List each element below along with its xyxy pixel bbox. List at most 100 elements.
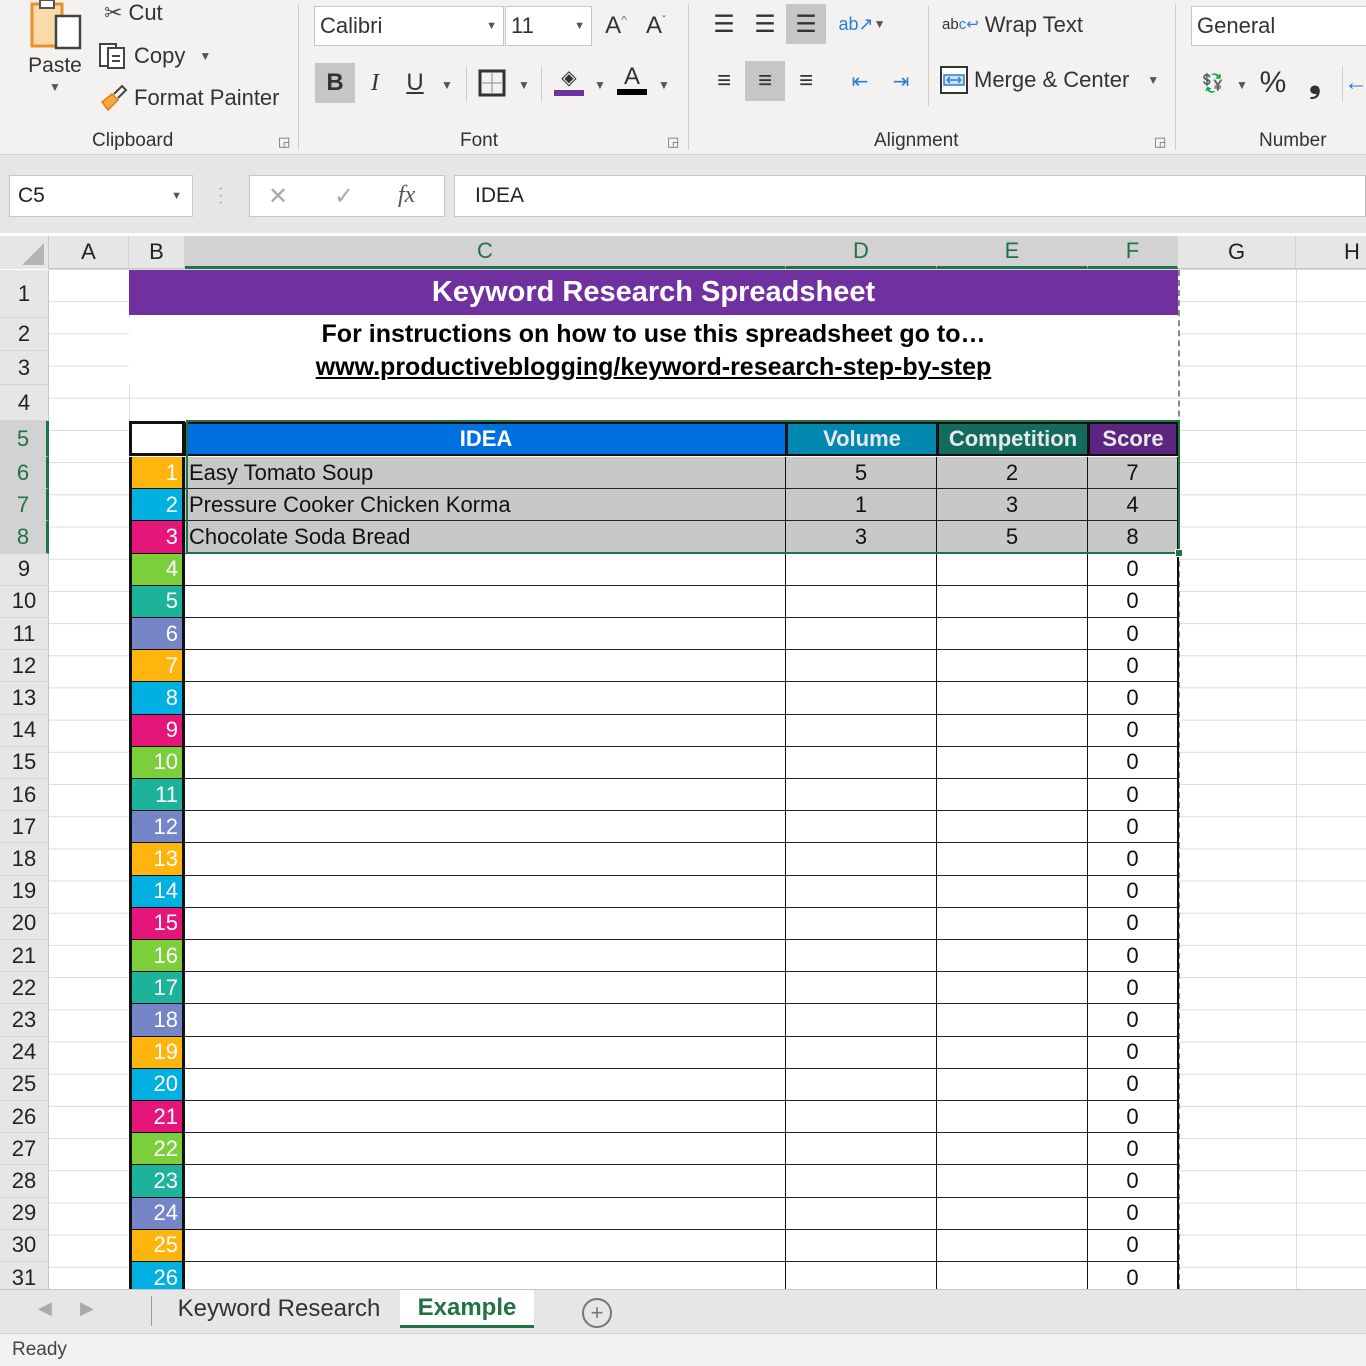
insert-function-icon[interactable]: fx — [398, 182, 415, 209]
cell-score[interactable]: 0 — [1088, 746, 1179, 780]
cell-idea[interactable] — [185, 875, 787, 909]
column-header-e[interactable]: E — [937, 236, 1088, 269]
cell-idea[interactable] — [185, 585, 787, 619]
cell-competition[interactable] — [937, 1133, 1089, 1167]
font-name-combo[interactable]: Calibri ▼ — [314, 6, 504, 46]
cell-idea[interactable] — [185, 940, 787, 974]
cancel-icon[interactable]: ✕ — [268, 182, 288, 211]
entry-number[interactable]: 22 — [129, 1133, 185, 1166]
cell-competition[interactable] — [937, 907, 1089, 941]
decrease-font-size-button[interactable]: Aˇ — [636, 6, 676, 46]
entry-number[interactable]: 1 — [129, 457, 185, 490]
cell-competition[interactable] — [937, 811, 1089, 845]
orientation-button[interactable]: ab↗ ▼ — [839, 4, 886, 44]
underline-button[interactable]: U — [395, 63, 435, 103]
cell-competition[interactable] — [937, 618, 1089, 652]
cell-score[interactable]: 0 — [1088, 779, 1179, 813]
column-header-f[interactable]: F — [1088, 236, 1178, 269]
entry-number[interactable]: 17 — [129, 972, 185, 1005]
row-header-4[interactable]: 4 — [0, 385, 49, 421]
formula-input[interactable]: IDEA — [454, 175, 1366, 217]
cell-volume[interactable] — [786, 1036, 938, 1070]
cell-idea[interactable] — [185, 811, 787, 845]
cell-idea[interactable] — [185, 907, 787, 941]
cell-score[interactable]: 0 — [1088, 618, 1179, 652]
row-header-1[interactable]: 1 — [0, 270, 49, 318]
select-all-button[interactable] — [0, 236, 49, 269]
cell-competition[interactable] — [937, 1229, 1089, 1263]
paste-dropdown-icon[interactable]: ▼ — [49, 80, 61, 94]
cell-competition[interactable]: 5 — [937, 521, 1089, 555]
comma-style-button[interactable]: ❟ — [1295, 63, 1335, 103]
cell-competition[interactable] — [937, 1165, 1089, 1199]
entry-number[interactable]: 18 — [129, 1004, 185, 1037]
entry-number[interactable]: 9 — [129, 714, 185, 747]
copy-button[interactable]: Copy ▼ — [98, 42, 211, 70]
cell-idea[interactable] — [185, 1068, 787, 1102]
cell-competition[interactable] — [937, 972, 1089, 1006]
entry-number[interactable]: 14 — [129, 875, 185, 908]
row-header-13[interactable]: 13 — [0, 682, 49, 715]
cell-score[interactable]: 0 — [1088, 1165, 1179, 1199]
paste-button[interactable]: Paste ▼ — [26, 0, 84, 94]
entry-number[interactable]: 25 — [129, 1229, 185, 1262]
row-header-18[interactable]: 18 — [0, 843, 49, 876]
cell-competition[interactable] — [937, 553, 1089, 587]
font-color-button[interactable]: A — [612, 60, 652, 100]
bottom-align-button[interactable]: ☰ — [786, 4, 826, 44]
instructions-link[interactable]: www.productiveblogging/keyword-research-… — [129, 351, 1178, 384]
cell-competition[interactable] — [937, 875, 1089, 909]
cell-idea[interactable]: Easy Tomato Soup — [185, 457, 787, 491]
formula-bar-grip-icon[interactable]: · · · — [218, 181, 223, 211]
cell-volume[interactable] — [786, 779, 938, 813]
cell-volume[interactable] — [786, 1101, 938, 1135]
entry-number[interactable]: 23 — [129, 1165, 185, 1198]
entry-number[interactable]: 12 — [129, 811, 185, 844]
cell-volume[interactable] — [786, 746, 938, 780]
accounting-dropdown-icon[interactable]: ▼ — [1236, 78, 1248, 92]
cell-idea[interactable] — [185, 1101, 787, 1135]
cell-competition[interactable] — [937, 1068, 1089, 1102]
top-align-button[interactable]: ☰ — [704, 4, 744, 44]
column-header-h[interactable]: H — [1296, 236, 1366, 269]
cell-volume[interactable] — [786, 682, 938, 716]
cell-idea[interactable] — [185, 714, 787, 748]
borders-button[interactable] — [472, 63, 512, 103]
cell-idea[interactable] — [185, 1036, 787, 1070]
cell-idea[interactable] — [185, 779, 787, 813]
cell-competition[interactable] — [937, 1197, 1089, 1231]
cell-score[interactable]: 8 — [1088, 521, 1179, 555]
row-header-25[interactable]: 25 — [0, 1068, 49, 1101]
row-header-8[interactable]: 8 — [0, 521, 49, 554]
align-center-button[interactable]: ≡ — [745, 61, 785, 101]
merge-center-button[interactable]: Merge & Center ▼ — [940, 66, 1159, 94]
font-launcher-icon[interactable]: ◲ — [667, 134, 679, 150]
cell-score[interactable]: 4 — [1088, 489, 1179, 523]
increase-font-size-button[interactable]: A^ — [596, 6, 636, 46]
cell-idea[interactable] — [185, 1133, 787, 1167]
cell-volume[interactable] — [786, 843, 938, 877]
cell-volume[interactable] — [786, 1229, 938, 1263]
row-header-10[interactable]: 10 — [0, 585, 49, 618]
fill-handle[interactable] — [1175, 549, 1183, 557]
cut-button[interactable]: ✂ Cut — [104, 0, 163, 26]
entry-number[interactable]: 15 — [129, 907, 185, 940]
cell-volume[interactable]: 5 — [786, 457, 938, 491]
cell-volume[interactable] — [786, 553, 938, 587]
instructions-text[interactable]: For instructions on how to use this spre… — [129, 318, 1178, 351]
entry-number[interactable]: 2 — [129, 489, 185, 522]
cell-competition[interactable] — [937, 940, 1089, 974]
align-right-button[interactable]: ≡ — [786, 61, 826, 101]
cell-volume[interactable] — [786, 1068, 938, 1102]
clipboard-launcher-icon[interactable]: ◲ — [278, 134, 290, 150]
scroll-tabs-left-icon[interactable]: ◀ — [38, 1298, 52, 1319]
tab-example[interactable]: Example — [400, 1290, 534, 1328]
tab-keyword-research[interactable]: Keyword Research — [160, 1290, 398, 1328]
cell-volume[interactable] — [786, 875, 938, 909]
row-header-22[interactable]: 22 — [0, 972, 49, 1005]
wrap-text-button[interactable]: ab c↩ Wrap Text — [942, 12, 1083, 38]
cell-idea[interactable]: Pressure Cooker Chicken Korma — [185, 489, 787, 523]
copy-dropdown-icon[interactable]: ▼ — [199, 49, 211, 63]
entry-number[interactable]: 21 — [129, 1101, 185, 1134]
row-header-15[interactable]: 15 — [0, 746, 49, 779]
